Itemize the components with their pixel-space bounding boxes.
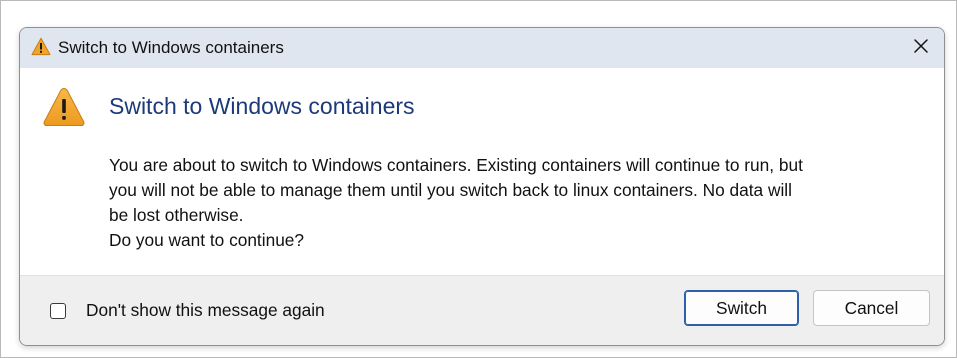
message-body: You are about to switch to Windows conta… xyxy=(109,153,924,253)
screen-frame: Switch to Windows containers Switch to W… xyxy=(0,0,957,358)
message-line: You are about to switch to Windows conta… xyxy=(109,155,803,175)
message-line: you will not be able to manage them unti… xyxy=(109,180,792,200)
message-line: Do you want to continue? xyxy=(109,230,305,250)
main-instruction: Switch to Windows containers xyxy=(109,93,415,119)
message-line: be lost otherwise. xyxy=(109,205,244,225)
switch-button[interactable]: Switch xyxy=(684,290,799,326)
warning-icon xyxy=(31,37,51,56)
title-bar: Switch to Windows containers xyxy=(20,28,944,68)
dont-show-again-checkbox[interactable] xyxy=(50,302,66,319)
warning-icon xyxy=(42,86,86,128)
dont-show-again-toggle[interactable]: Don't show this message again xyxy=(50,300,325,321)
dialog-content: Switch to Windows containers You are abo… xyxy=(20,68,944,276)
cancel-button[interactable]: Cancel xyxy=(813,290,930,326)
close-button[interactable] xyxy=(898,28,944,68)
close-icon xyxy=(913,38,929,59)
dialog-window: Switch to Windows containers Switch to W… xyxy=(19,27,945,346)
window-title: Switch to Windows containers xyxy=(58,38,284,57)
dont-show-again-label[interactable]: Don't show this message again xyxy=(86,300,325,321)
dialog-footer: Don't show this message again Switch Can… xyxy=(20,275,944,345)
